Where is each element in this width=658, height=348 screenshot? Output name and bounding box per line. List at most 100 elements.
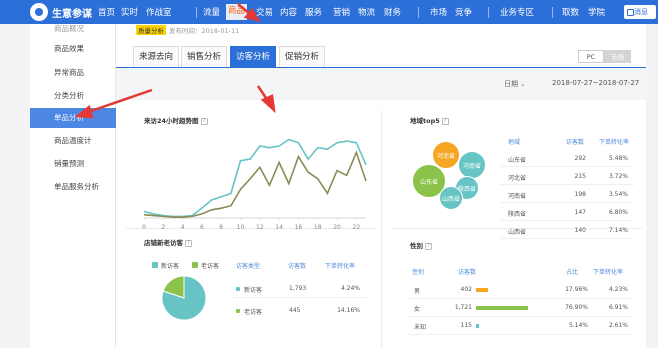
region-rate: 6.80% [608, 209, 628, 216]
tab-source[interactable]: 来源去向 [133, 46, 179, 68]
region-name: 河南省 [508, 193, 527, 200]
gender-bar [476, 288, 489, 292]
nav-service[interactable]: 服务 [305, 6, 322, 18]
gender-header-rate: 下单转化率 [593, 269, 624, 276]
nav-divider [552, 7, 553, 18]
nav-content[interactable]: 内容 [280, 6, 297, 18]
tab-visitors[interactable]: 访客分析 [230, 46, 276, 68]
x-tick-label: 12 [256, 224, 264, 231]
nav-competition[interactable]: 竞争 [455, 6, 472, 18]
newold-header-rate: 下单转化率 [325, 263, 356, 270]
region-title: 地域top5? [410, 115, 449, 125]
main-content: 质量分析 发布时间：2018-01-11 来源去向 销售分析 访客分析 促销分析 … [116, 24, 646, 348]
nav-market[interactable]: 市场 [430, 6, 447, 18]
sidebar-item-service[interactable]: 单品服务分析 [30, 178, 116, 196]
row-old-icon [236, 309, 240, 313]
row-divider [500, 184, 634, 185]
sidebar-item-thermometer[interactable]: 商品温度计 [30, 132, 116, 150]
nav-divider [488, 7, 489, 18]
nav-logistics[interactable]: 物流 [358, 6, 375, 18]
row-divider [500, 202, 634, 203]
region-name: 山东省 [508, 157, 527, 164]
series-line-1 [143, 138, 367, 218]
nav-war-room[interactable]: 作战室 [146, 6, 172, 18]
row-divider [500, 166, 634, 167]
gender-header-name: 性别 [412, 269, 425, 276]
x-tick-label: 8 [219, 224, 223, 231]
gender-bar [476, 324, 480, 328]
sidebar-item-forecast[interactable]: 销量预测 [30, 155, 116, 173]
nav-home[interactable]: 首页 [98, 6, 115, 18]
tab-sales[interactable]: 销售分析 [181, 46, 227, 68]
help-icon[interactable]: ? [185, 239, 192, 247]
help-icon[interactable]: ? [441, 117, 449, 125]
hourly-trend-chart: 0 2 4 6 8 10 12 14 16 18 20 22 [142, 138, 367, 231]
region-visitors: 140 [574, 227, 586, 234]
nav-realtime[interactable]: 实时 [121, 6, 138, 18]
nav-marketing[interactable]: 营销 [333, 6, 350, 18]
toggle-pc[interactable]: PC [578, 50, 604, 63]
quality-tag: 质量分析 [136, 25, 166, 35]
x-tick-label: 4 [181, 224, 185, 231]
gender-visitors: 115 [460, 322, 472, 329]
row-old-visitors: 445 [289, 307, 301, 314]
row-divider [500, 238, 634, 239]
sidebar-item-category[interactable]: 分类分析 [30, 87, 116, 105]
x-tick-label: 10 [237, 224, 245, 231]
legend-new-label: 新访客 [161, 263, 180, 270]
x-tick-label: 20 [333, 224, 341, 231]
gender-name: 男 [414, 288, 421, 295]
region-header-rate: 下单转化率 [599, 139, 630, 146]
bubble-shanxi[interactable]: 山西省 [439, 186, 463, 210]
legend-old-icon [192, 262, 198, 268]
toggle-wireless[interactable]: 无线 [604, 50, 631, 63]
row-new-type: 新访客 [244, 287, 263, 294]
message-button[interactable]: 消息 [624, 5, 656, 19]
gender-share: 5.14% [568, 322, 588, 329]
row-new-icon [236, 287, 240, 291]
bubble-henan[interactable]: 河南省 [458, 151, 486, 179]
row-old-rate: 14.16% [337, 307, 360, 314]
legend-old-label: 老访客 [201, 263, 220, 270]
region-visitors: 292 [574, 155, 586, 162]
region-title-text: 地域top5 [410, 117, 440, 125]
gender-header-visitors: 访客数 [458, 269, 477, 276]
nav-business-zone[interactable]: 业务专区 [500, 6, 534, 18]
nav-academy[interactable]: 学院 [588, 6, 605, 18]
tab-promotion[interactable]: 促销分析 [279, 46, 325, 68]
x-tick-label: 18 [314, 224, 322, 231]
gender-bar [476, 306, 528, 310]
row-divider [232, 297, 368, 298]
sidebar-item-abnormal[interactable]: 异常商品 [30, 64, 116, 82]
legend-new-icon [152, 262, 158, 268]
nav-finance[interactable]: 财务 [384, 6, 401, 18]
sidebar-item-effect[interactable]: 商品效果 [30, 40, 116, 58]
nav-trade[interactable]: 交易 [256, 6, 273, 18]
region-name: 山西省 [508, 229, 527, 236]
nav-divider [196, 7, 197, 18]
gender-share: 76.90% [565, 304, 588, 311]
gender-header-share: 占比 [566, 269, 579, 276]
nav-goods[interactable]: 商品 [226, 4, 248, 20]
publish-time: 发布时间：2018-01-11 [169, 27, 240, 35]
date-selector[interactable]: 日期 ⌄ [504, 79, 525, 89]
nav-traffic[interactable]: 流量 [203, 6, 220, 18]
date-bar: 日期 ⌄ 2018-07-27~2018-07-27 [116, 68, 646, 100]
sidebar-item-overview[interactable]: 商品概况 [30, 20, 116, 38]
newold-title: 店铺新老访客? [144, 237, 192, 247]
newold-pie-chart [161, 275, 207, 321]
product-info: 质量分析 发布时间：2018-01-11 [136, 25, 239, 35]
sidebar-item-single-item[interactable]: 单品分析 [30, 108, 116, 128]
date-label: 日期 [504, 80, 518, 88]
gender-rate: 6.91% [608, 304, 628, 311]
row-divider [500, 220, 634, 221]
x-tick-label: 0 [142, 224, 146, 231]
help-icon[interactable]: ? [425, 242, 432, 250]
gender-visitors: 402 [460, 286, 472, 293]
x-tick-label: 16 [295, 224, 303, 231]
newold-title-text: 店铺新老访客 [144, 239, 183, 247]
vertical-divider [381, 110, 382, 348]
nav-fetch-data[interactable]: 取数 [562, 6, 579, 18]
gender-rate: 4.23% [608, 286, 628, 293]
row-divider [406, 298, 634, 299]
